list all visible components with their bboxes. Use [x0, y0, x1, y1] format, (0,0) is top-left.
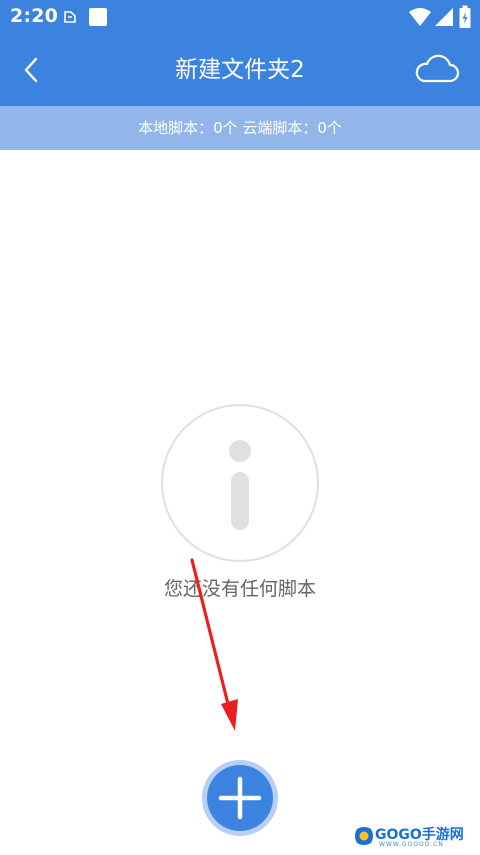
app-bar: 新建文件夹2	[0, 34, 480, 106]
empty-state-message: 您还没有任何脚本	[163, 578, 316, 600]
info-icon-dot	[229, 440, 251, 462]
watermark-subtext: WWW.GOGOO.CN	[379, 841, 444, 848]
add-script-button-inner	[207, 765, 273, 831]
status-bar: 2:20	[0, 0, 480, 34]
battery-icon	[459, 5, 471, 28]
wifi-icon	[409, 8, 431, 26]
notification-cloud-icon	[64, 11, 76, 23]
status-time: 2:20	[10, 5, 59, 27]
page-title: 新建文件夹2	[175, 57, 305, 83]
cloud-sync-button[interactable]	[412, 48, 462, 92]
app-square-icon	[89, 8, 107, 26]
plus-icon	[218, 776, 262, 820]
add-script-button[interactable]	[202, 760, 278, 836]
chevron-left-icon	[24, 57, 38, 83]
watermark-logo: GOGO手游网 WWW.GOGOO.CN	[352, 821, 476, 851]
signal-icon	[435, 8, 453, 26]
back-button[interactable]	[10, 48, 54, 92]
script-count-bar: 本地脚本：0个 云端脚本：0个	[0, 106, 480, 150]
info-icon-bar	[231, 472, 249, 530]
info-icon	[161, 404, 319, 562]
screen: 2:20 新建文件夹2 本地脚本：0个 云端脚本：0个 您还没有任何脚本 GOG…	[0, 0, 480, 855]
cloud-icon	[415, 54, 460, 83]
gamepad-logo-icon	[355, 827, 373, 845]
